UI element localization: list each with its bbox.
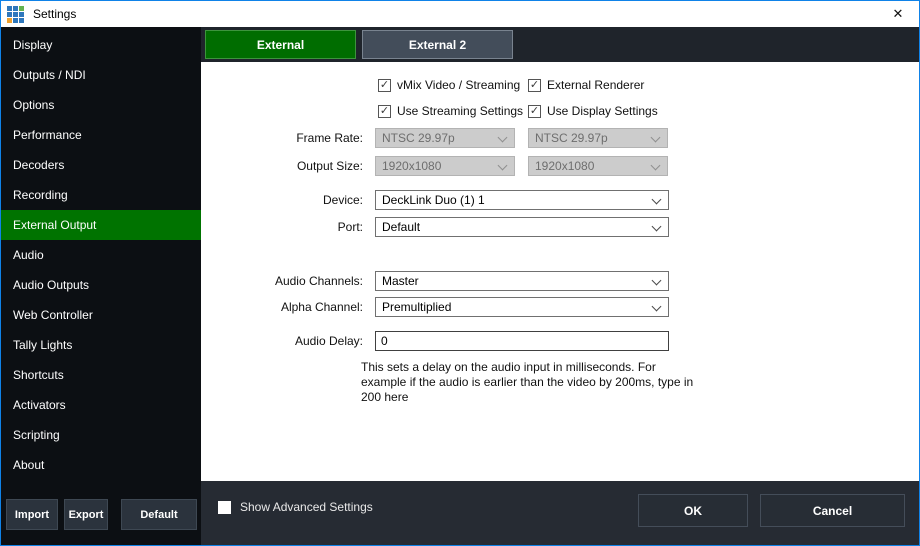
export-button[interactable]: Export xyxy=(64,499,108,530)
sidebar-item-performance[interactable]: Performance xyxy=(1,120,201,150)
audio-channels-value: Master xyxy=(382,274,419,288)
sidebar-item-external-output[interactable]: External Output xyxy=(1,210,201,240)
chevron-down-icon xyxy=(652,302,662,312)
chevron-down-icon xyxy=(498,133,508,143)
sidebar-item-audio[interactable]: Audio xyxy=(1,240,201,270)
tab-external[interactable]: External xyxy=(205,30,356,59)
tab-external-2[interactable]: External 2 xyxy=(362,30,513,59)
vmix-video-streaming-checkbox[interactable] xyxy=(378,79,391,92)
window-title: Settings xyxy=(33,7,76,21)
chevron-down-icon xyxy=(651,161,661,171)
chevron-down-icon xyxy=(652,195,662,205)
settings-window: Settings ✕ Display Outputs / NDI Options… xyxy=(0,0,920,546)
output-size-value-1: 1920x1080 xyxy=(382,159,441,173)
output-size-value-2: 1920x1080 xyxy=(535,159,594,173)
alpha-channel-select[interactable]: Premultiplied xyxy=(375,297,669,317)
default-button[interactable]: Default xyxy=(121,499,197,530)
frame-rate-select-2: NTSC 29.97p xyxy=(528,128,668,148)
device-select[interactable]: DeckLink Duo (1) 1 xyxy=(375,190,669,210)
sidebar-item-outputs-ndi[interactable]: Outputs / NDI xyxy=(1,60,201,90)
external-output-panel: vMix Video / Streaming External Renderer… xyxy=(201,62,919,481)
chevron-down-icon xyxy=(652,222,662,232)
vmix-video-streaming-row: vMix Video / Streaming xyxy=(378,78,520,92)
sidebar-item-scripting[interactable]: Scripting xyxy=(1,420,201,450)
cancel-button[interactable]: Cancel xyxy=(760,494,905,527)
sidebar-item-display[interactable]: Display xyxy=(1,30,201,60)
frame-rate-value-2: NTSC 29.97p xyxy=(535,131,608,145)
audio-delay-input[interactable] xyxy=(375,331,669,351)
device-value: DeckLink Duo (1) 1 xyxy=(382,193,485,207)
audio-channels-select[interactable]: Master xyxy=(375,271,669,291)
frame-rate-label: Frame Rate: xyxy=(201,131,363,145)
external-renderer-label: External Renderer xyxy=(547,78,644,92)
ok-button[interactable]: OK xyxy=(638,494,748,527)
port-select[interactable]: Default xyxy=(375,217,669,237)
frame-rate-value-1: NTSC 29.97p xyxy=(382,131,455,145)
sidebar-item-web-controller[interactable]: Web Controller xyxy=(1,300,201,330)
sidebar-item-recording[interactable]: Recording xyxy=(1,180,201,210)
sidebar-item-tally-lights[interactable]: Tally Lights xyxy=(1,330,201,360)
show-advanced-settings-label: Show Advanced Settings xyxy=(240,500,373,514)
port-value: Default xyxy=(382,220,420,234)
sidebar-item-about[interactable]: About xyxy=(1,450,201,480)
sidebar-item-audio-outputs[interactable]: Audio Outputs xyxy=(1,270,201,300)
chevron-down-icon xyxy=(498,161,508,171)
use-display-settings-row: Use Display Settings xyxy=(528,104,658,118)
sidebar-item-options[interactable]: Options xyxy=(1,90,201,120)
output-size-label: Output Size: xyxy=(201,159,363,173)
import-button[interactable]: Import xyxy=(6,499,58,530)
dialog-footer: Show Advanced Settings OK Cancel xyxy=(201,481,919,545)
vmix-video-streaming-label: vMix Video / Streaming xyxy=(397,78,520,92)
output-size-select-1: 1920x1080 xyxy=(375,156,515,176)
sidebar-footer-buttons: Import Export Default xyxy=(6,499,197,530)
sidebar-item-decoders[interactable]: Decoders xyxy=(1,150,201,180)
sidebar: Display Outputs / NDI Options Performanc… xyxy=(1,27,201,545)
use-streaming-settings-label: Use Streaming Settings xyxy=(397,104,523,118)
output-size-select-2: 1920x1080 xyxy=(528,156,668,176)
tab-bar: External External 2 xyxy=(201,27,919,62)
use-streaming-settings-row: Use Streaming Settings xyxy=(378,104,523,118)
alpha-channel-value: Premultiplied xyxy=(382,300,451,314)
use-display-settings-checkbox[interactable] xyxy=(528,105,541,118)
chevron-down-icon xyxy=(651,133,661,143)
device-label: Device: xyxy=(201,193,363,207)
alpha-channel-label: Alpha Channel: xyxy=(201,300,363,314)
use-streaming-settings-checkbox[interactable] xyxy=(378,105,391,118)
show-advanced-settings-checkbox[interactable] xyxy=(218,501,231,514)
external-renderer-row: External Renderer xyxy=(528,78,644,92)
external-renderer-checkbox[interactable] xyxy=(528,79,541,92)
audio-delay-label: Audio Delay: xyxy=(201,334,363,348)
audio-channels-label: Audio Channels: xyxy=(201,274,363,288)
chevron-down-icon xyxy=(652,276,662,286)
titlebar: Settings ✕ xyxy=(1,1,919,27)
close-icon[interactable]: ✕ xyxy=(877,1,919,27)
show-advanced-settings-row: Show Advanced Settings xyxy=(218,500,373,514)
frame-rate-select-1: NTSC 29.97p xyxy=(375,128,515,148)
sidebar-item-shortcuts[interactable]: Shortcuts xyxy=(1,360,201,390)
vmix-app-icon xyxy=(7,6,24,23)
port-label: Port: xyxy=(201,220,363,234)
use-display-settings-label: Use Display Settings xyxy=(547,104,658,118)
sidebar-item-activators[interactable]: Activators xyxy=(1,390,201,420)
audio-delay-help-text: This sets a delay on the audio input in … xyxy=(361,360,695,405)
